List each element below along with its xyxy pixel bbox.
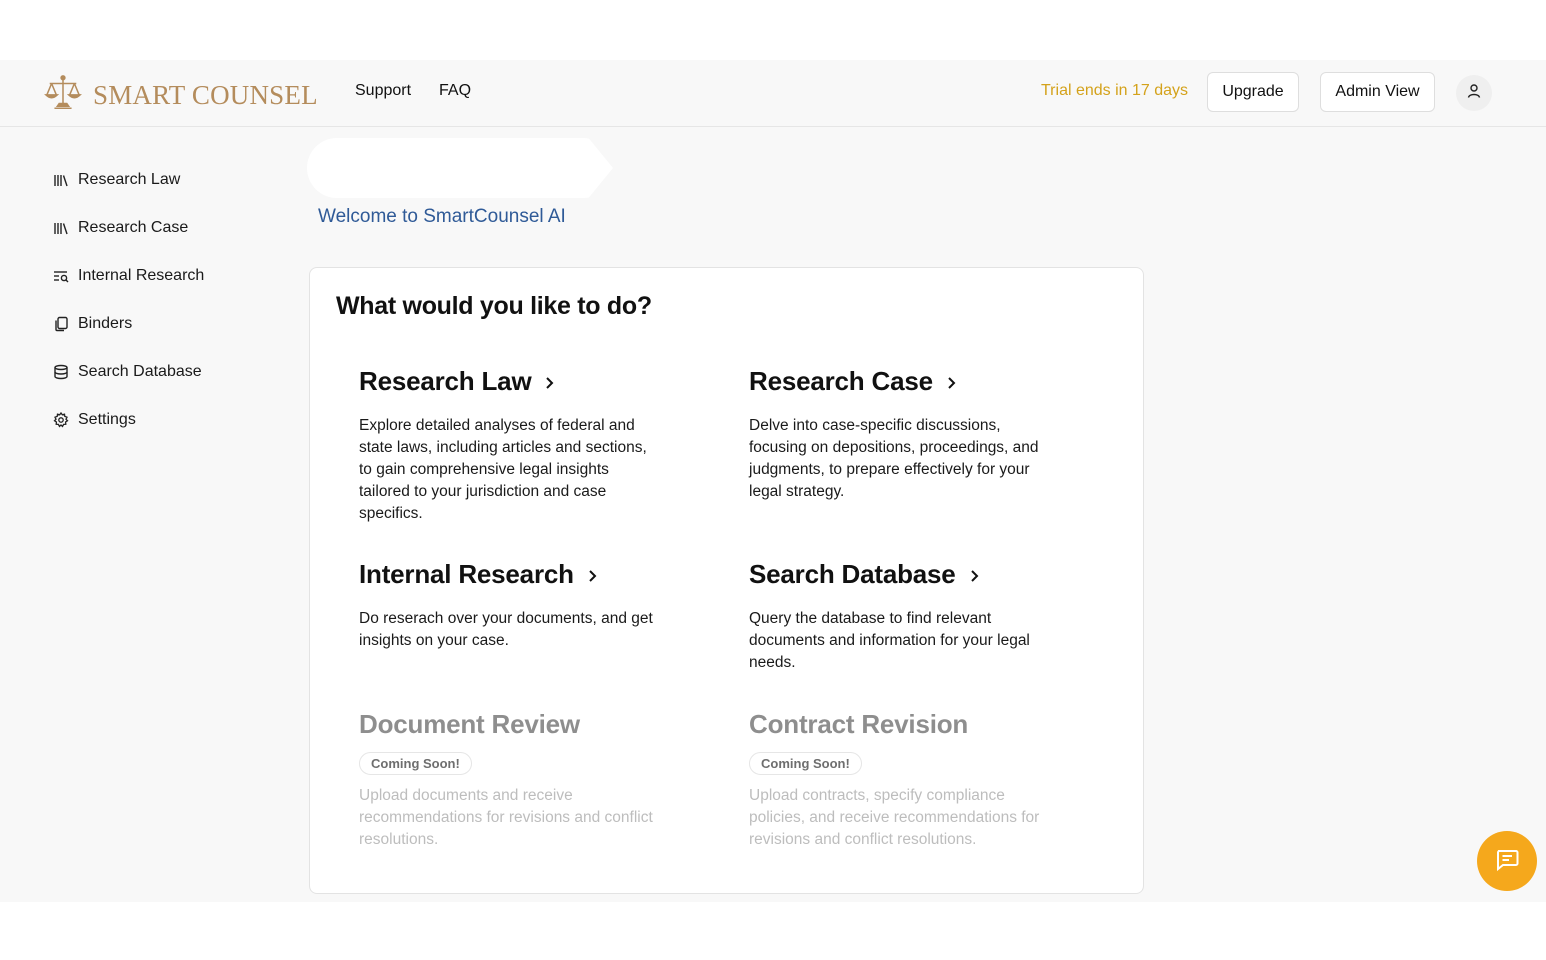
- welcome-heading: Welcome to SmartCounsel AI: [318, 206, 566, 227]
- library-icon: [52, 219, 70, 237]
- app-window: SMART COUNSEL Support FAQ Trial ends in …: [0, 60, 1546, 902]
- chevron-right-icon: [574, 559, 600, 590]
- tile-title: Internal Research: [359, 559, 574, 589]
- research-case-link[interactable]: Research Case: [749, 366, 1049, 397]
- chat-button[interactable]: [1477, 831, 1537, 891]
- actions-card: What would you like to do? Research Law …: [309, 267, 1144, 894]
- tile-title: Document Review: [359, 709, 580, 739]
- sidebar-item-label: Search Database: [78, 363, 202, 380]
- chevron-right-icon: [531, 366, 557, 397]
- sidebar-item-label: Internal Research: [78, 267, 205, 284]
- tile-search-database: Search Database Query the database to fi…: [749, 559, 1049, 674]
- upgrade-button[interactable]: Upgrade: [1207, 72, 1299, 112]
- tile-description: Delve into case-specific discussions, fo…: [749, 417, 1039, 500]
- chevron-right-icon: [956, 559, 982, 590]
- coming-soon-badge: Coming Soon!: [359, 752, 472, 775]
- redacted-region: [307, 138, 613, 198]
- nav-faq-link[interactable]: FAQ: [439, 82, 471, 100]
- admin-view-button[interactable]: Admin View: [1320, 72, 1435, 112]
- sidebar-item-search-database[interactable]: Search Database: [52, 348, 204, 396]
- document-review-title: Document Review: [359, 709, 659, 740]
- coming-soon-badge: Coming Soon!: [749, 752, 862, 775]
- tile-description: Explore detailed analyses of federal and…: [359, 417, 647, 522]
- user-avatar-button[interactable]: [1456, 75, 1492, 111]
- sidebar-item-research-law[interactable]: Research Law: [52, 156, 204, 204]
- copy-icon: [52, 315, 70, 333]
- card-title: What would you like to do?: [336, 292, 652, 320]
- user-icon: [1466, 83, 1482, 104]
- tile-title: Research Case: [749, 366, 933, 396]
- tile-description: Upload contracts, specify compliance pol…: [749, 787, 1040, 848]
- trial-status-text: Trial ends in 17 days: [1041, 82, 1189, 99]
- tile-title: Research Law: [359, 366, 532, 396]
- tile-contract-revision: Contract Revision Coming Soon! Upload co…: [749, 709, 1049, 851]
- gear-icon: [52, 411, 70, 429]
- tile-title: Search Database: [749, 559, 956, 589]
- sidebar-item-internal-research[interactable]: Internal Research: [52, 252, 204, 300]
- scales-of-justice-icon: [44, 74, 82, 117]
- sidebar-item-label: Binders: [78, 315, 133, 332]
- search-database-link[interactable]: Search Database: [749, 559, 1049, 590]
- sidebar-item-label: Research Law: [78, 171, 181, 188]
- tile-research-case: Research Case Delve into case-specific d…: [749, 366, 1049, 503]
- database-icon: [52, 363, 70, 381]
- sidebar-item-label: Research Case: [78, 219, 189, 236]
- top-header: SMART COUNSEL Support FAQ Trial ends in …: [0, 60, 1546, 127]
- sidebar-item-label: Settings: [78, 411, 136, 428]
- tile-title: Contract Revision: [749, 709, 969, 739]
- tile-internal-research: Internal Research Do reserach over your …: [359, 559, 659, 652]
- tile-description: Upload documents and receive recommendat…: [359, 787, 653, 848]
- logo[interactable]: SMART COUNSEL: [44, 74, 318, 117]
- research-law-link[interactable]: Research Law: [359, 366, 659, 397]
- contract-revision-title: Contract Revision: [749, 709, 1049, 740]
- chat-icon: [1494, 846, 1520, 877]
- tile-description: Query the database to find relevant docu…: [749, 610, 1030, 671]
- tile-research-law: Research Law Explore detailed analyses o…: [359, 366, 659, 525]
- sidebar: Research Law Research Case Internal Rese…: [52, 156, 204, 444]
- sidebar-item-settings[interactable]: Settings: [52, 396, 204, 444]
- tile-description: Do reserach over your documents, and get…: [359, 610, 653, 649]
- sidebar-item-research-case[interactable]: Research Case: [52, 204, 204, 252]
- tile-document-review: Document Review Coming Soon! Upload docu…: [359, 709, 659, 851]
- logo-text: SMART COUNSEL: [93, 80, 318, 110]
- chevron-right-icon: [933, 366, 959, 397]
- sidebar-item-binders[interactable]: Binders: [52, 300, 204, 348]
- text-search-icon: [52, 267, 70, 285]
- internal-research-link[interactable]: Internal Research: [359, 559, 659, 590]
- nav-support-link[interactable]: Support: [355, 82, 411, 100]
- library-icon: [52, 171, 70, 189]
